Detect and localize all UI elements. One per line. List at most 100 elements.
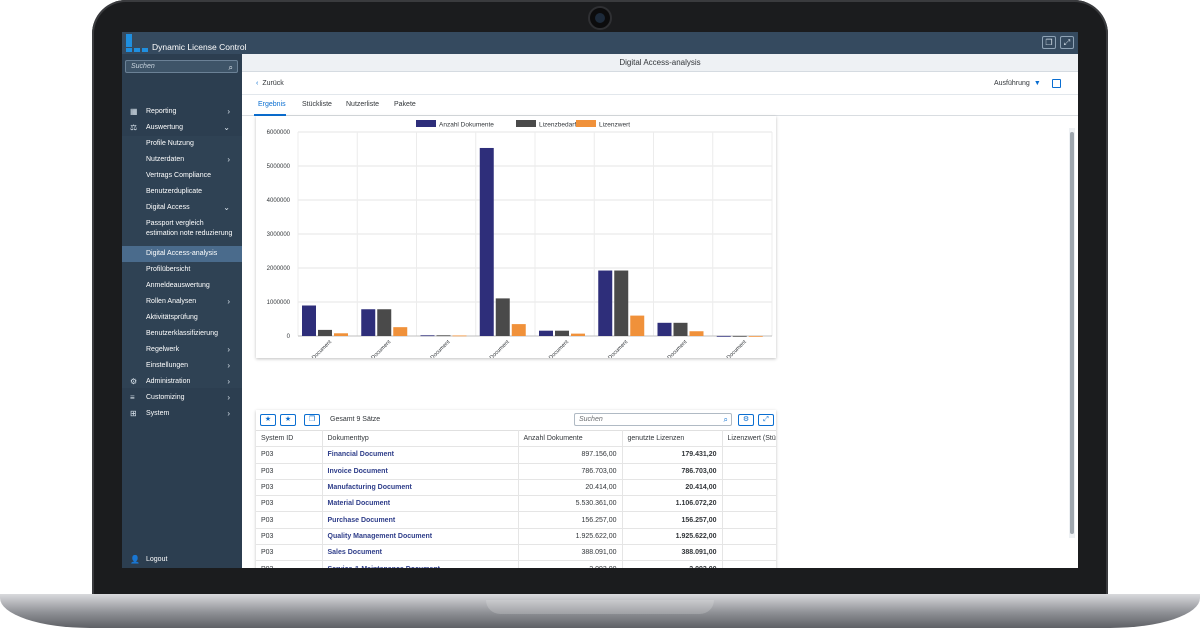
bar bbox=[555, 330, 569, 336]
sidebar-item-benutzerduplicate[interactable]: Benutzerduplicate bbox=[122, 184, 242, 200]
webcam bbox=[588, 6, 612, 30]
table-row[interactable]: P03 Financial Document 897.156,00 179.431,2… bbox=[256, 446, 776, 464]
shell-bar: Dynamic License Control ❐ ⤢ bbox=[122, 32, 1078, 54]
y-tick-label: 6000000 bbox=[267, 130, 291, 136]
copy-icon[interactable]: ❐ bbox=[304, 414, 320, 426]
table-search-input[interactable]: Suchen ⌕ bbox=[574, 413, 732, 426]
bar bbox=[657, 322, 672, 336]
sidebar-item-reporting[interactable]: ▦ Reporting › bbox=[122, 104, 242, 120]
cell-document-count: 156.257,00 bbox=[518, 511, 623, 529]
legend-label: Lizenzbedarf bbox=[539, 122, 576, 129]
scrollbar-thumb[interactable] bbox=[1070, 132, 1074, 534]
window-copy-icon[interactable]: ❐ bbox=[1042, 36, 1056, 49]
table-row[interactable]: P03 Purchase Document 156.257,00 156.257,00 bbox=[256, 511, 776, 529]
bar bbox=[716, 335, 731, 337]
tab-pakete[interactable]: Pakete bbox=[394, 101, 416, 108]
sidebar-item-digital-access[interactable]: Digital Access ⌄ bbox=[122, 200, 242, 216]
legend-label: Lizenzwert bbox=[599, 122, 630, 129]
cell-document-type: Manufacturing Document bbox=[322, 479, 519, 497]
table-row[interactable]: P03 Material Document 5.530.361,00 1.106.07… bbox=[256, 495, 776, 513]
sidebar-item-vertrags-compliance[interactable]: Vertrags Compliance bbox=[122, 168, 242, 184]
sidebar-item-aktivitätsprüfung[interactable]: Aktivitätsprüfung bbox=[122, 310, 242, 326]
cell-document-count: 20.414,00 bbox=[518, 479, 623, 497]
settings-gear-icon[interactable]: ⚙ bbox=[738, 414, 754, 426]
sidebar: Suchen ⌕ ▦ Reporting › ⚖ Auswertung ⌄ Profile … bbox=[122, 54, 242, 568]
column-header[interactable]: System ID bbox=[256, 429, 323, 448]
logout-button[interactable]: 👤 Logout bbox=[122, 552, 242, 568]
y-tick-label: 4000000 bbox=[267, 198, 291, 204]
sidebar-item-label: Benutzerduplicate bbox=[146, 188, 203, 195]
chevron-right-icon: › bbox=[227, 409, 230, 418]
execution-dropdown[interactable]: Ausführung ▼ bbox=[994, 80, 1041, 87]
sidebar-item-auswertung[interactable]: ⚖ Auswertung ⌄ bbox=[122, 120, 242, 136]
sidebar-item-anmeldeauswertung[interactable]: Anmeldeauswertung bbox=[122, 278, 242, 294]
sidebar-item-benutzerklassifizierung[interactable]: Benutzerklassifizierung bbox=[122, 326, 242, 342]
tab-stueckliste[interactable]: Stückliste bbox=[302, 101, 332, 108]
legend-label: Anzahl Dokumente bbox=[439, 122, 494, 129]
favorite-icon[interactable]: ★ bbox=[260, 414, 276, 426]
customizing-icon: ≡ bbox=[130, 393, 135, 402]
bar bbox=[318, 329, 332, 336]
cell-license-value bbox=[722, 446, 776, 464]
cell-document-count: 1.925.622,00 bbox=[518, 528, 623, 546]
analysis-icon: ⚖ bbox=[130, 123, 138, 132]
table-row[interactable]: P03 Manufacturing Document 20.414,00 20.414… bbox=[256, 479, 776, 497]
table-search-placeholder: Suchen bbox=[579, 416, 603, 423]
cell-document-count: 2.093,00 bbox=[518, 560, 623, 568]
cell-used-licenses: 1.106.072,20 bbox=[622, 495, 723, 513]
table-row[interactable]: P03Service & Maintenance Document2.093,0… bbox=[256, 560, 776, 568]
table-row[interactable]: P03 Quality Management Document 1.925.622,… bbox=[256, 528, 776, 546]
cell-document-type: Invoice Document bbox=[322, 463, 519, 480]
cell-document-type: Service & Maintenance Document bbox=[322, 560, 519, 568]
bar bbox=[689, 331, 704, 336]
sidebar-item-profilübersicht[interactable]: Profilübersicht bbox=[122, 262, 242, 278]
search-icon[interactable]: ⌕ bbox=[229, 63, 233, 73]
column-header[interactable]: Dokumenttyp bbox=[322, 429, 519, 448]
tab-ergebnis[interactable]: Ergebnis bbox=[258, 101, 286, 108]
fullscreen-icon[interactable]: ⤢ bbox=[758, 414, 774, 426]
sidebar-item-einstellungen[interactable]: Einstellungen › bbox=[122, 358, 242, 374]
chevron-right-icon: › bbox=[227, 155, 230, 164]
back-button[interactable]: ‹ Zurück bbox=[256, 80, 284, 87]
sidebar-item-passport-vergleich-estimation-note-reduzierung[interactable]: Passport vergleich estimation note reduz… bbox=[122, 216, 242, 246]
sidebar-item-system[interactable]: ⊞ System › bbox=[122, 406, 242, 422]
sidebar-item-regelwerk[interactable]: Regelwerk › bbox=[122, 342, 242, 358]
search-icon[interactable]: ⌕ bbox=[724, 415, 728, 425]
dlc-logo-icon bbox=[126, 34, 148, 52]
sidebar-item-administration[interactable]: ⚙ Administration › bbox=[122, 374, 242, 390]
sidebar-search-input[interactable]: Suchen ⌕ bbox=[125, 60, 238, 73]
sidebar-item-customizing[interactable]: ≡ Customizing › bbox=[122, 390, 242, 406]
chart-card: Anzahl Dokumente Lizenzbedarf Lizenzwert 0 1… bbox=[256, 116, 776, 402]
main-content: Digital Access-analysis ‹ Zurück Ausführu… bbox=[242, 54, 1078, 568]
export-icon[interactable] bbox=[1052, 79, 1061, 88]
sidebar-item-label: Rollen Analysen bbox=[146, 298, 197, 305]
x-tick-label: Manufacturing Document bbox=[404, 339, 452, 358]
bar bbox=[495, 298, 510, 336]
column-header[interactable]: Lizenzwert (Stück) bbox=[722, 429, 776, 448]
cell-system-id: P03 bbox=[256, 446, 323, 464]
tab-nutzerliste[interactable]: Nutzerliste bbox=[346, 101, 379, 108]
bar bbox=[748, 335, 763, 337]
bar bbox=[420, 335, 435, 337]
fullscreen-icon[interactable]: ⤢ bbox=[1060, 36, 1074, 49]
sidebar-item-rollen-analysen[interactable]: Rollen Analysen › bbox=[122, 294, 242, 310]
cell-license-value bbox=[722, 544, 776, 562]
sidebar-item-label: Vertrags Compliance bbox=[146, 172, 211, 179]
vertical-scrollbar[interactable] bbox=[1069, 128, 1075, 538]
y-tick-label: 0 bbox=[287, 334, 291, 340]
chevron-right-icon: › bbox=[227, 107, 230, 116]
sidebar-item-label: Anmeldeauswertung bbox=[146, 282, 210, 289]
sidebar-item-digital-access-analysis[interactable]: Digital Access-analysis bbox=[122, 246, 242, 262]
table-row[interactable]: P03 Sales Document 388.091,00 388.091,00 bbox=[256, 544, 776, 562]
cell-document-type: Quality Management Document bbox=[322, 528, 519, 546]
favorite-add-icon[interactable]: ★ bbox=[280, 414, 296, 426]
x-tick-label: Material Document bbox=[474, 339, 511, 358]
column-header[interactable]: Anzahl Dokumente bbox=[518, 429, 623, 448]
sidebar-item-profile-nutzung[interactable]: Profile Nutzung bbox=[122, 136, 242, 152]
cell-document-count: 5.530.361,00 bbox=[518, 495, 623, 513]
bar bbox=[377, 309, 392, 336]
table-row[interactable]: P03 Invoice Document 786.703,00 786.703,00 bbox=[256, 463, 776, 480]
column-header[interactable]: genutzte Lizenzen bbox=[622, 429, 723, 448]
sidebar-item-nutzerdaten[interactable]: Nutzerdaten › bbox=[122, 152, 242, 168]
chevron-down-icon: ⌄ bbox=[223, 123, 230, 132]
